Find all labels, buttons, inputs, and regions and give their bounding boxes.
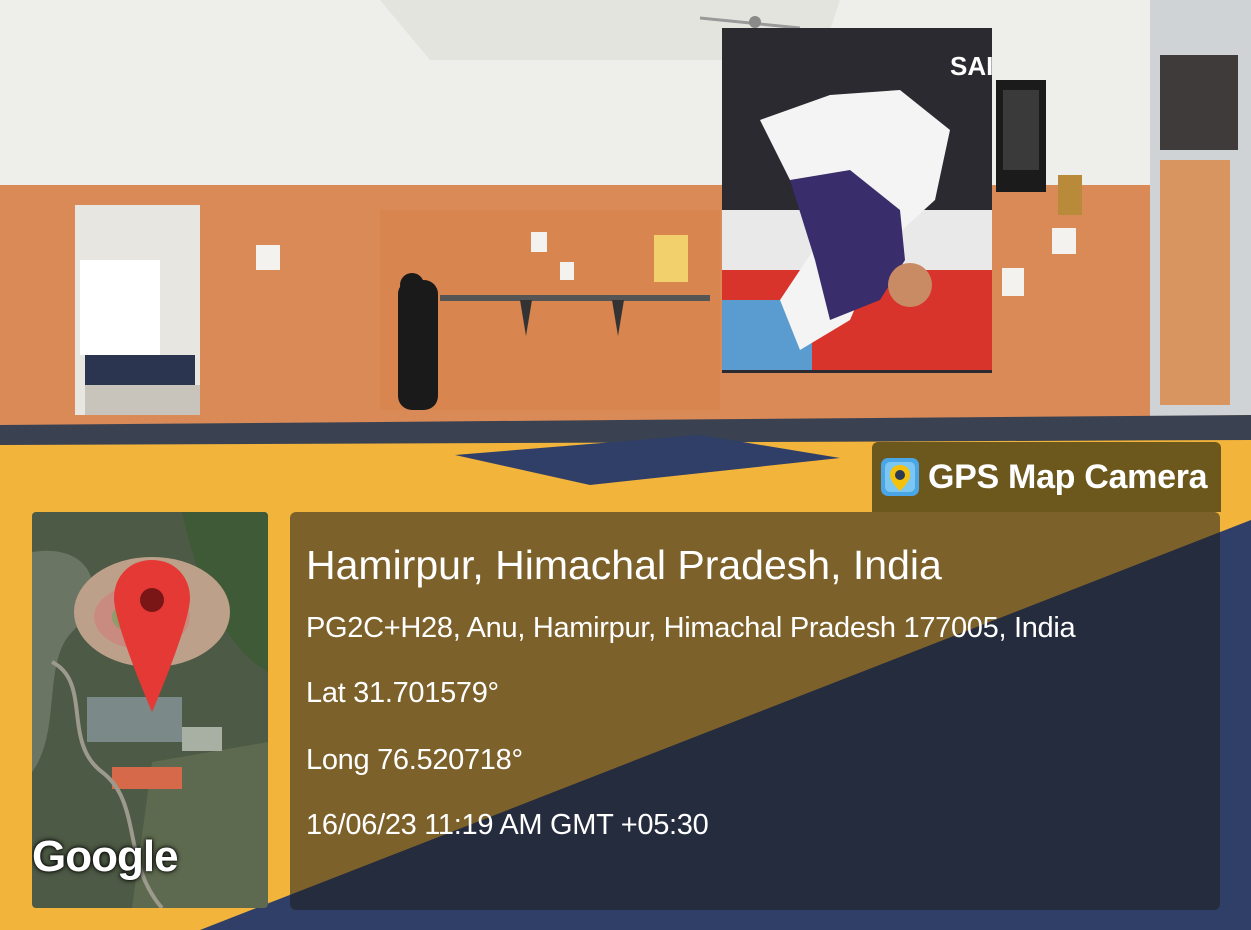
location-title: Hamirpur, Himachal Pradesh, India (306, 542, 942, 588)
gps-map-camera-badge: GPS Map Camera (872, 442, 1221, 512)
photo-stage: SAI GPS Map Camera Google Hamirpur, Hima… (0, 0, 1251, 930)
location-info-panel: Hamirpur, Himachal Pradesh, India PG2C+H… (290, 512, 1220, 910)
map-pin-camera-icon (880, 457, 920, 497)
satellite-map-thumbnail: Google (32, 512, 268, 908)
timestamp-text: 16/06/23 11:19 AM GMT +05:30 (306, 809, 709, 841)
brand-label: GPS Map Camera (928, 457, 1208, 496)
location-address: PG2C+H28, Anu, Hamirpur, Himachal Prades… (306, 612, 1076, 644)
google-map-label: Google (32, 832, 179, 881)
longitude-text: Long 76.520718° (306, 744, 523, 776)
banner-logo: SAI (950, 51, 993, 81)
latitude-text: Lat 31.701579° (306, 677, 499, 709)
